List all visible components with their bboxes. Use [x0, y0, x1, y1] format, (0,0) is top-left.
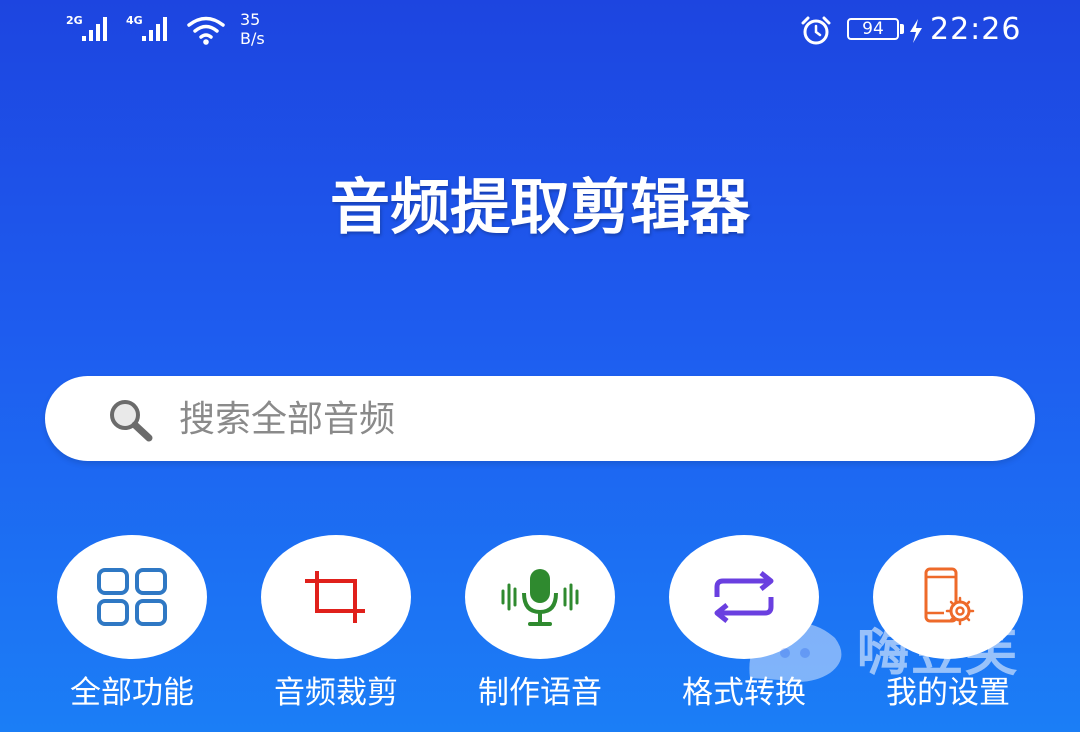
network-speed: 35 B/s [240, 10, 265, 48]
crop-icon [305, 571, 365, 623]
feature-all-functions[interactable]: 全部功能 [47, 535, 217, 713]
charging-icon [910, 19, 922, 43]
clock: 22:26 [930, 12, 1022, 47]
alarm-icon [801, 16, 831, 45]
feature-make-voice[interactable]: 制作语音 [455, 535, 625, 713]
feature-label: 制作语音 [478, 675, 602, 711]
wifi-icon [187, 16, 225, 45]
battery-level: 94 [847, 18, 899, 40]
app-title: 音频提取剪辑器 [330, 173, 750, 243]
feature-circle[interactable] [57, 535, 207, 659]
feature-audio-trim[interactable]: 音频裁剪 [251, 535, 421, 713]
battery-cap [900, 24, 904, 34]
chat-bubble-logo-icon [749, 622, 842, 682]
feature-circle[interactable] [465, 535, 615, 659]
feature-label: 音频裁剪 [274, 675, 398, 711]
status-bar: 2G 4G 35 B/s 94 22:26 [66, 10, 1022, 48]
watermark-text: 嗨豆芙 [857, 623, 1020, 683]
search-bar[interactable] [45, 376, 1035, 461]
feature-label: 全部功能 [70, 675, 194, 711]
grid-icon [97, 568, 167, 626]
search-icon [110, 400, 153, 442]
watermark: 嗨豆芙 [740, 590, 1060, 700]
feature-circle[interactable] [261, 535, 411, 659]
signal-bars-icon [82, 17, 107, 41]
microphone-icon [501, 569, 579, 626]
signal-bars-icon [142, 17, 167, 41]
search-input[interactable] [179, 394, 979, 444]
